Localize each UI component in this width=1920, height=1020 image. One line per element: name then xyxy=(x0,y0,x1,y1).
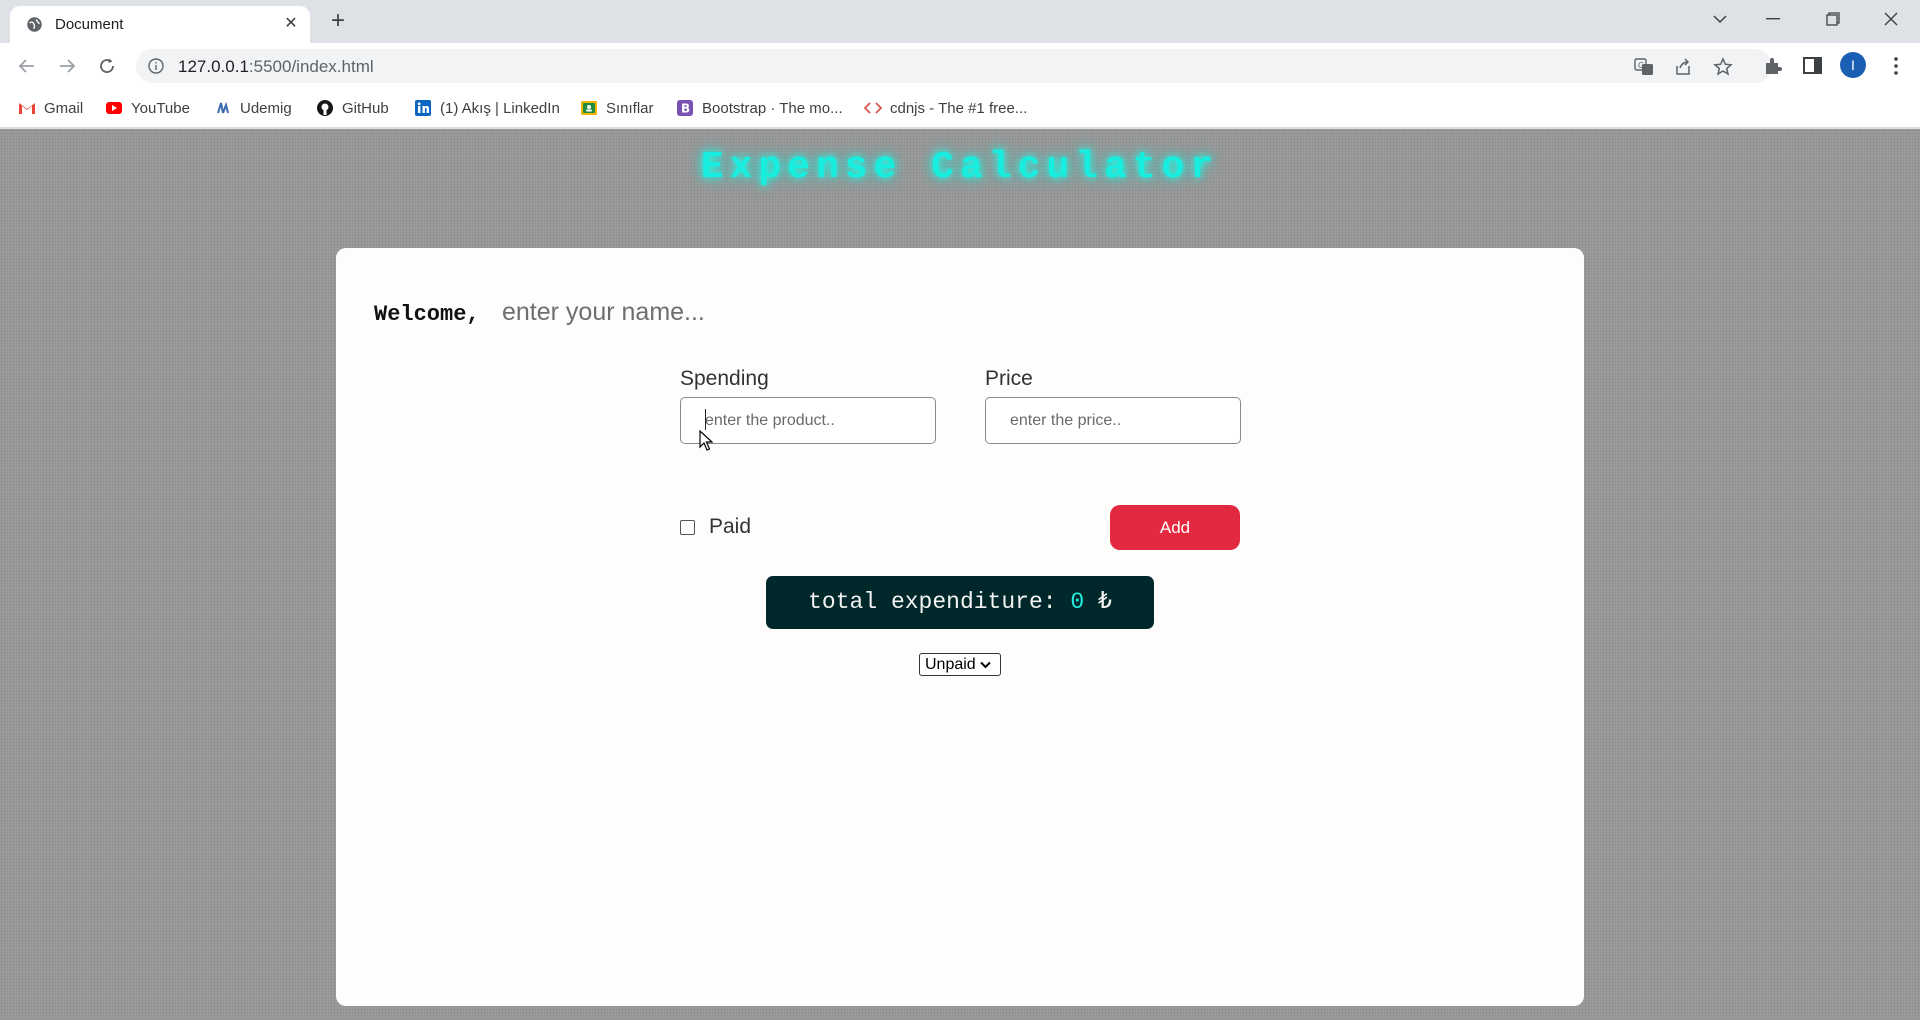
browser-toolbar: 127.0.0.1:5500/index.html G I xyxy=(0,43,1920,88)
chevron-down-icon xyxy=(979,661,991,668)
bookmark-label: cdnjs - The #1 free... xyxy=(890,99,1028,117)
site-info-icon[interactable] xyxy=(148,58,164,74)
code-icon xyxy=(864,102,882,114)
tab-search-icon[interactable] xyxy=(1702,4,1738,34)
price-label: Price xyxy=(985,367,1033,390)
mouse-pointer-icon xyxy=(699,430,713,451)
page-viewport: Expense Calculator Welcome, Spending Pri… xyxy=(0,129,1920,1020)
paid-label: Paid xyxy=(709,515,752,538)
profile-avatar[interactable]: I xyxy=(1840,52,1866,78)
add-button[interactable]: Add xyxy=(1110,505,1240,550)
bookmark-github[interactable]: GitHub xyxy=(316,97,389,119)
bookmarks-bar: Gmail YouTube Udemig GitHub (1) Akış | L… xyxy=(0,88,1920,128)
bookmark-label: Sınıflar xyxy=(606,99,654,117)
forward-icon[interactable] xyxy=(53,52,81,80)
bookmark-label: YouTube xyxy=(131,99,190,117)
bookmark-youtube[interactable]: YouTube xyxy=(105,97,190,119)
globe-icon xyxy=(27,17,42,32)
udemig-icon xyxy=(217,101,229,114)
bookmark-label: Bootstrap · The mo... xyxy=(702,99,843,117)
total-amount: 0 xyxy=(1070,589,1085,615)
bookmark-linkedin[interactable]: (1) Akış | LinkedIn xyxy=(414,97,560,119)
svg-text:G: G xyxy=(1638,61,1644,70)
url-path: :5500/index.html xyxy=(248,57,374,76)
text-caret xyxy=(705,409,706,430)
extensions-icon[interactable] xyxy=(1762,55,1784,77)
new-tab-icon[interactable]: + xyxy=(325,9,351,35)
total-label: total expenditure: xyxy=(808,589,1057,615)
share-icon[interactable] xyxy=(1673,57,1693,77)
url-host: 127.0.0.1 xyxy=(178,57,249,76)
expense-card: Welcome, Spending Price Paid Add total e… xyxy=(336,248,1584,1006)
classroom-icon xyxy=(581,101,597,115)
bookmark-cdnjs[interactable]: cdnjs - The #1 free... xyxy=(864,97,1027,119)
close-window-icon[interactable] xyxy=(1873,4,1909,34)
back-icon[interactable] xyxy=(13,52,41,80)
bookmark-label: Gmail xyxy=(44,99,84,117)
paid-checkbox[interactable] xyxy=(680,520,695,535)
bookmark-siniflar[interactable]: Sınıflar xyxy=(580,97,654,119)
bookmark-bootstrap[interactable]: B Bootstrap · The mo... xyxy=(676,97,843,119)
svg-text:B: B xyxy=(681,102,690,116)
linkedin-icon xyxy=(415,100,431,116)
close-tab-icon[interactable]: ✕ xyxy=(280,13,302,35)
bookmark-label: (1) Akış | LinkedIn xyxy=(440,99,560,117)
tab-bar: Document ✕ + xyxy=(0,0,1920,43)
welcome-label: Welcome, xyxy=(374,302,480,327)
filter-selected-value: Unpaid xyxy=(925,655,976,673)
bookmark-star-icon[interactable] xyxy=(1713,57,1733,77)
address-bar[interactable]: 127.0.0.1:5500/index.html G xyxy=(136,49,1772,83)
bookmark-udemig[interactable]: Udemig xyxy=(214,97,292,119)
paid-filter-select[interactable]: Unpaid xyxy=(919,653,1001,676)
reload-icon[interactable] xyxy=(93,52,121,80)
github-icon xyxy=(317,100,333,116)
menu-kebab-icon[interactable] xyxy=(1885,55,1907,77)
currency-symbol: ₺ xyxy=(1098,589,1112,615)
price-input[interactable] xyxy=(985,397,1241,444)
bookmark-label: Udemig xyxy=(240,99,292,117)
spending-label: Spending xyxy=(680,367,769,390)
bookmark-gmail[interactable]: Gmail xyxy=(18,97,83,119)
name-input[interactable] xyxy=(502,292,862,332)
youtube-icon xyxy=(106,102,122,114)
bookmark-label: GitHub xyxy=(342,99,389,117)
gmail-icon xyxy=(19,103,35,114)
url-text: 127.0.0.1:5500/index.html xyxy=(178,57,374,77)
app-title: Expense Calculator xyxy=(700,146,1220,189)
restore-icon[interactable] xyxy=(1815,4,1851,34)
browser-tab[interactable]: Document ✕ xyxy=(10,6,310,43)
total-expenditure: total expenditure: 0 ₺ xyxy=(766,576,1154,629)
minimize-icon[interactable] xyxy=(1755,4,1791,34)
side-panel-icon[interactable] xyxy=(1802,55,1824,77)
bootstrap-icon: B xyxy=(677,100,693,116)
translate-icon[interactable]: G xyxy=(1634,57,1654,77)
product-input[interactable] xyxy=(680,397,936,444)
tab-title: Document xyxy=(55,16,124,33)
